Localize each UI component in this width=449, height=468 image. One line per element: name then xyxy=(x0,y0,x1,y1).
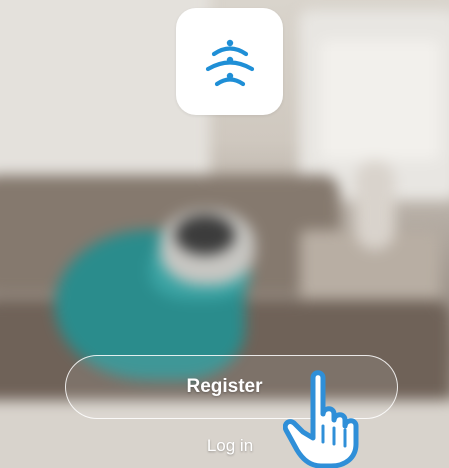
login-link[interactable]: Log in xyxy=(165,432,295,460)
hand-pointer-icon xyxy=(283,370,359,468)
background-person-hair xyxy=(175,215,235,255)
background-window xyxy=(320,40,440,160)
background-lamp xyxy=(355,160,395,250)
wifi-signal-icon xyxy=(205,39,254,86)
register-button-label: Register xyxy=(186,376,263,397)
login-link-label: Log in xyxy=(206,436,254,455)
app-logo xyxy=(176,8,283,115)
welcome-screen: Register Log in xyxy=(0,0,449,468)
